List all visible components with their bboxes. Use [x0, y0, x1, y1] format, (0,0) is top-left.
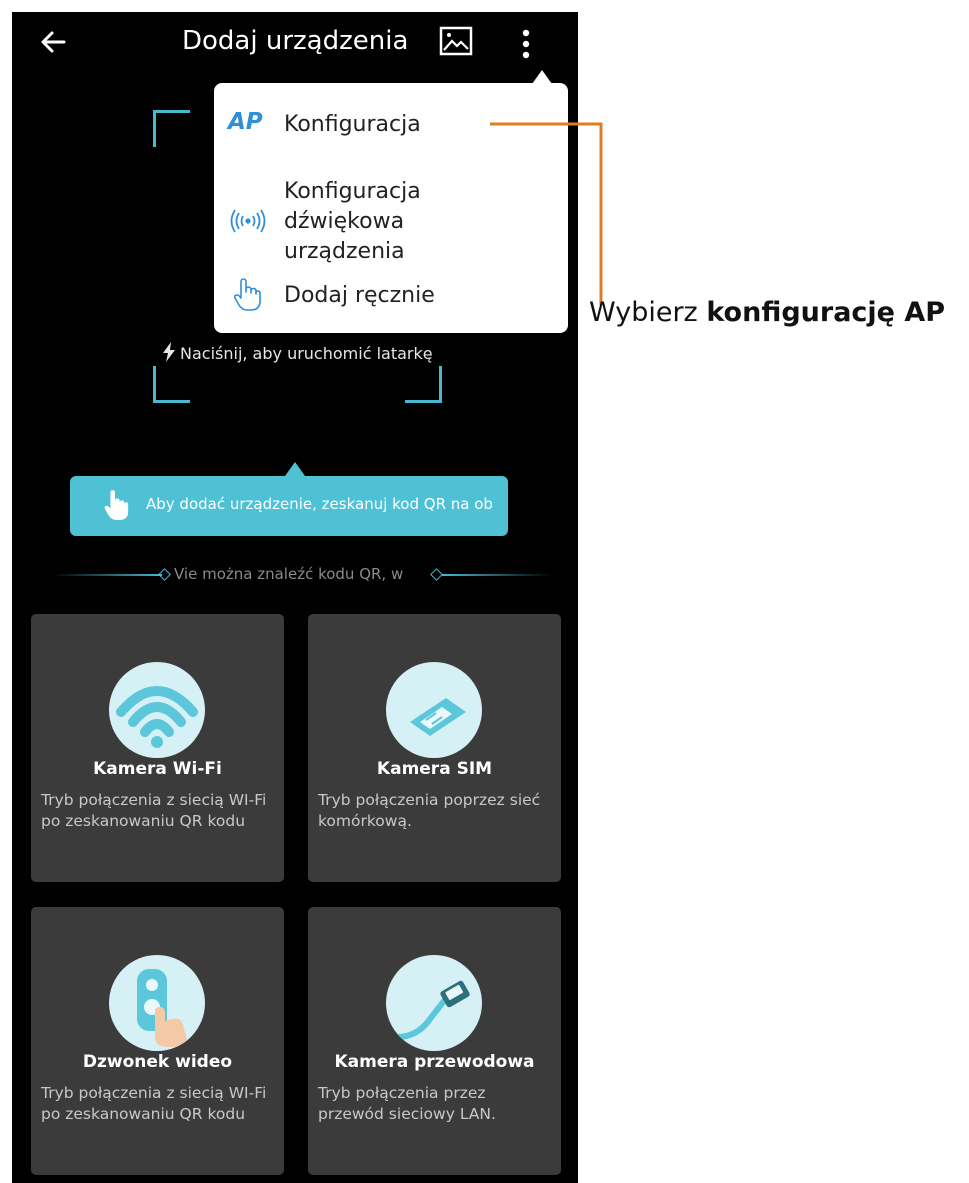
- torch-label: Naciśnij, aby uruchomić latarkę: [180, 344, 433, 363]
- menu-item-sound-config[interactable]: Konfiguracja dźwiękowa urządzenia: [214, 169, 568, 264]
- card-sim-camera[interactable]: Kamera SIM Tryb połączenia poprzez sieć …: [308, 614, 561, 882]
- hand-pointer-icon: [233, 278, 261, 311]
- diamond-right-icon: [430, 568, 443, 581]
- ap-icon: AP: [228, 109, 263, 135]
- card-description: Tryb połączenia przez przewód sieciowy L…: [318, 1084, 496, 1123]
- callout-prefix: Wybierz: [589, 297, 707, 328]
- sim-card-icon: [386, 662, 482, 758]
- card-wifi-camera[interactable]: Kamera Wi-Fi Tryb połączenia z siecią WI…: [31, 614, 284, 882]
- card-description: Tryb połączenia z siecią WI-Fi po zeskan…: [41, 1084, 267, 1123]
- callout-instruction: Wybierz konfigurację AP: [589, 297, 945, 328]
- diamond-left-icon: [158, 568, 171, 581]
- menu-item-add-manually[interactable]: Dodaj ręcznie: [214, 277, 568, 317]
- callout-bold: konfigurację AP: [706, 297, 946, 328]
- gallery-icon[interactable]: [438, 24, 474, 60]
- scan-hint-text: Aby dodać urządzenie, zeskanuj kod QR na…: [146, 495, 493, 513]
- more-options-icon[interactable]: [516, 24, 536, 64]
- card-title: Kamera Wi-Fi: [93, 759, 222, 779]
- card-video-doorbell[interactable]: Dzwonek wideo Tryb połączenia z siecią W…: [31, 907, 284, 1175]
- hint-caret: [285, 462, 305, 476]
- torch-toggle[interactable]: Naciśnij, aby uruchomić latarkę: [162, 342, 433, 363]
- menu-item-label: Dodaj ręcznie: [284, 283, 435, 308]
- divider-left: [52, 574, 162, 576]
- card-wired-camera[interactable]: Kamera przewodowa Tryb połączenia przez …: [308, 907, 561, 1175]
- card-title: Kamera SIM: [376, 759, 493, 779]
- back-arrow-icon[interactable]: [34, 22, 74, 62]
- scan-frame-corner-bottom-left: [153, 366, 190, 403]
- scan-frame-corner-top-left: [153, 110, 190, 147]
- card-description: Tryb połączenia z siecią WI-Fi po zeskan…: [41, 791, 267, 830]
- card-title: Kamera przewodowa: [334, 1052, 535, 1072]
- card-title: Dzwonek wideo: [82, 1052, 233, 1072]
- doorbell-icon: [109, 955, 205, 1051]
- menu-item-label-line1: Konfiguracja: [284, 179, 421, 204]
- lan-cable-icon: [386, 955, 482, 1051]
- menu-caret: [532, 70, 552, 84]
- page-title: Dodaj urządzenia: [182, 26, 409, 56]
- options-menu: AP Konfiguracja Konfiguracja dźwiękowa u…: [214, 83, 568, 333]
- scan-frame-corner-bottom-right: [405, 366, 442, 403]
- qr-not-found-text: Vie można znaleźć kodu QR, w: [174, 565, 404, 583]
- menu-item-ap-config[interactable]: AP Konfiguracja: [214, 107, 568, 147]
- menu-item-label: Konfiguracja: [284, 112, 421, 137]
- tap-hand-icon: [104, 490, 129, 520]
- sound-wave-icon: [230, 209, 266, 233]
- card-description: Tryb połączenia poprzez sieć komórkową.: [318, 791, 541, 830]
- menu-item-label-line2: dźwiękowa: [284, 209, 405, 234]
- flash-icon: [163, 342, 175, 362]
- qr-not-found-row[interactable]: Vie można znaleźć kodu QR, w: [52, 563, 552, 587]
- divider-right: [442, 574, 552, 576]
- menu-item-label-line3: urządzenia: [284, 239, 405, 264]
- scan-hint-banner: Aby dodać urządzenie, zeskanuj kod QR na…: [70, 476, 508, 536]
- phone-screen: Dodaj urządzenia Naciśnij, aby uruchomić…: [12, 12, 578, 1183]
- wifi-icon: [109, 662, 205, 758]
